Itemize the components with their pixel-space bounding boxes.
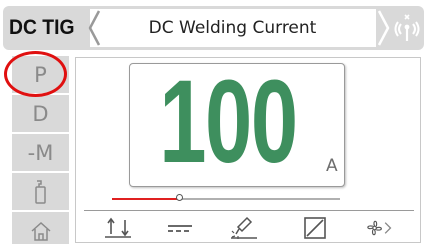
slope-icon[interactable]	[300, 216, 330, 240]
slider-handle[interactable]	[176, 194, 183, 201]
sidebar-item-m[interactable]: -M	[12, 134, 69, 171]
mode-label: DC TIG	[9, 16, 75, 39]
forward-chevron-icon[interactable]	[376, 9, 392, 47]
unit-label: A	[326, 156, 338, 176]
sidebar-item-label: -M	[27, 140, 54, 165]
sidebar-item-label: D	[32, 101, 49, 126]
two-stroke-icon[interactable]	[103, 216, 133, 240]
dc-current-icon[interactable]	[165, 216, 195, 240]
sidebar-item-d[interactable]: D	[12, 95, 69, 132]
current-value: 100	[159, 56, 298, 188]
selection-highlight	[4, 51, 67, 97]
sidebar-item-torch[interactable]	[12, 173, 69, 210]
torch-icon	[34, 179, 46, 204]
page-title: DC Welding Current	[148, 18, 317, 38]
wireless-remote-icon[interactable]	[393, 13, 421, 43]
welding-torch-icon[interactable]	[229, 216, 259, 240]
home-icon	[31, 221, 50, 241]
cooling-fan-icon[interactable]	[364, 216, 394, 240]
sidebar-item-home[interactable]	[12, 212, 69, 249]
slider-fill	[112, 198, 180, 200]
toolbar-divider	[84, 210, 414, 211]
